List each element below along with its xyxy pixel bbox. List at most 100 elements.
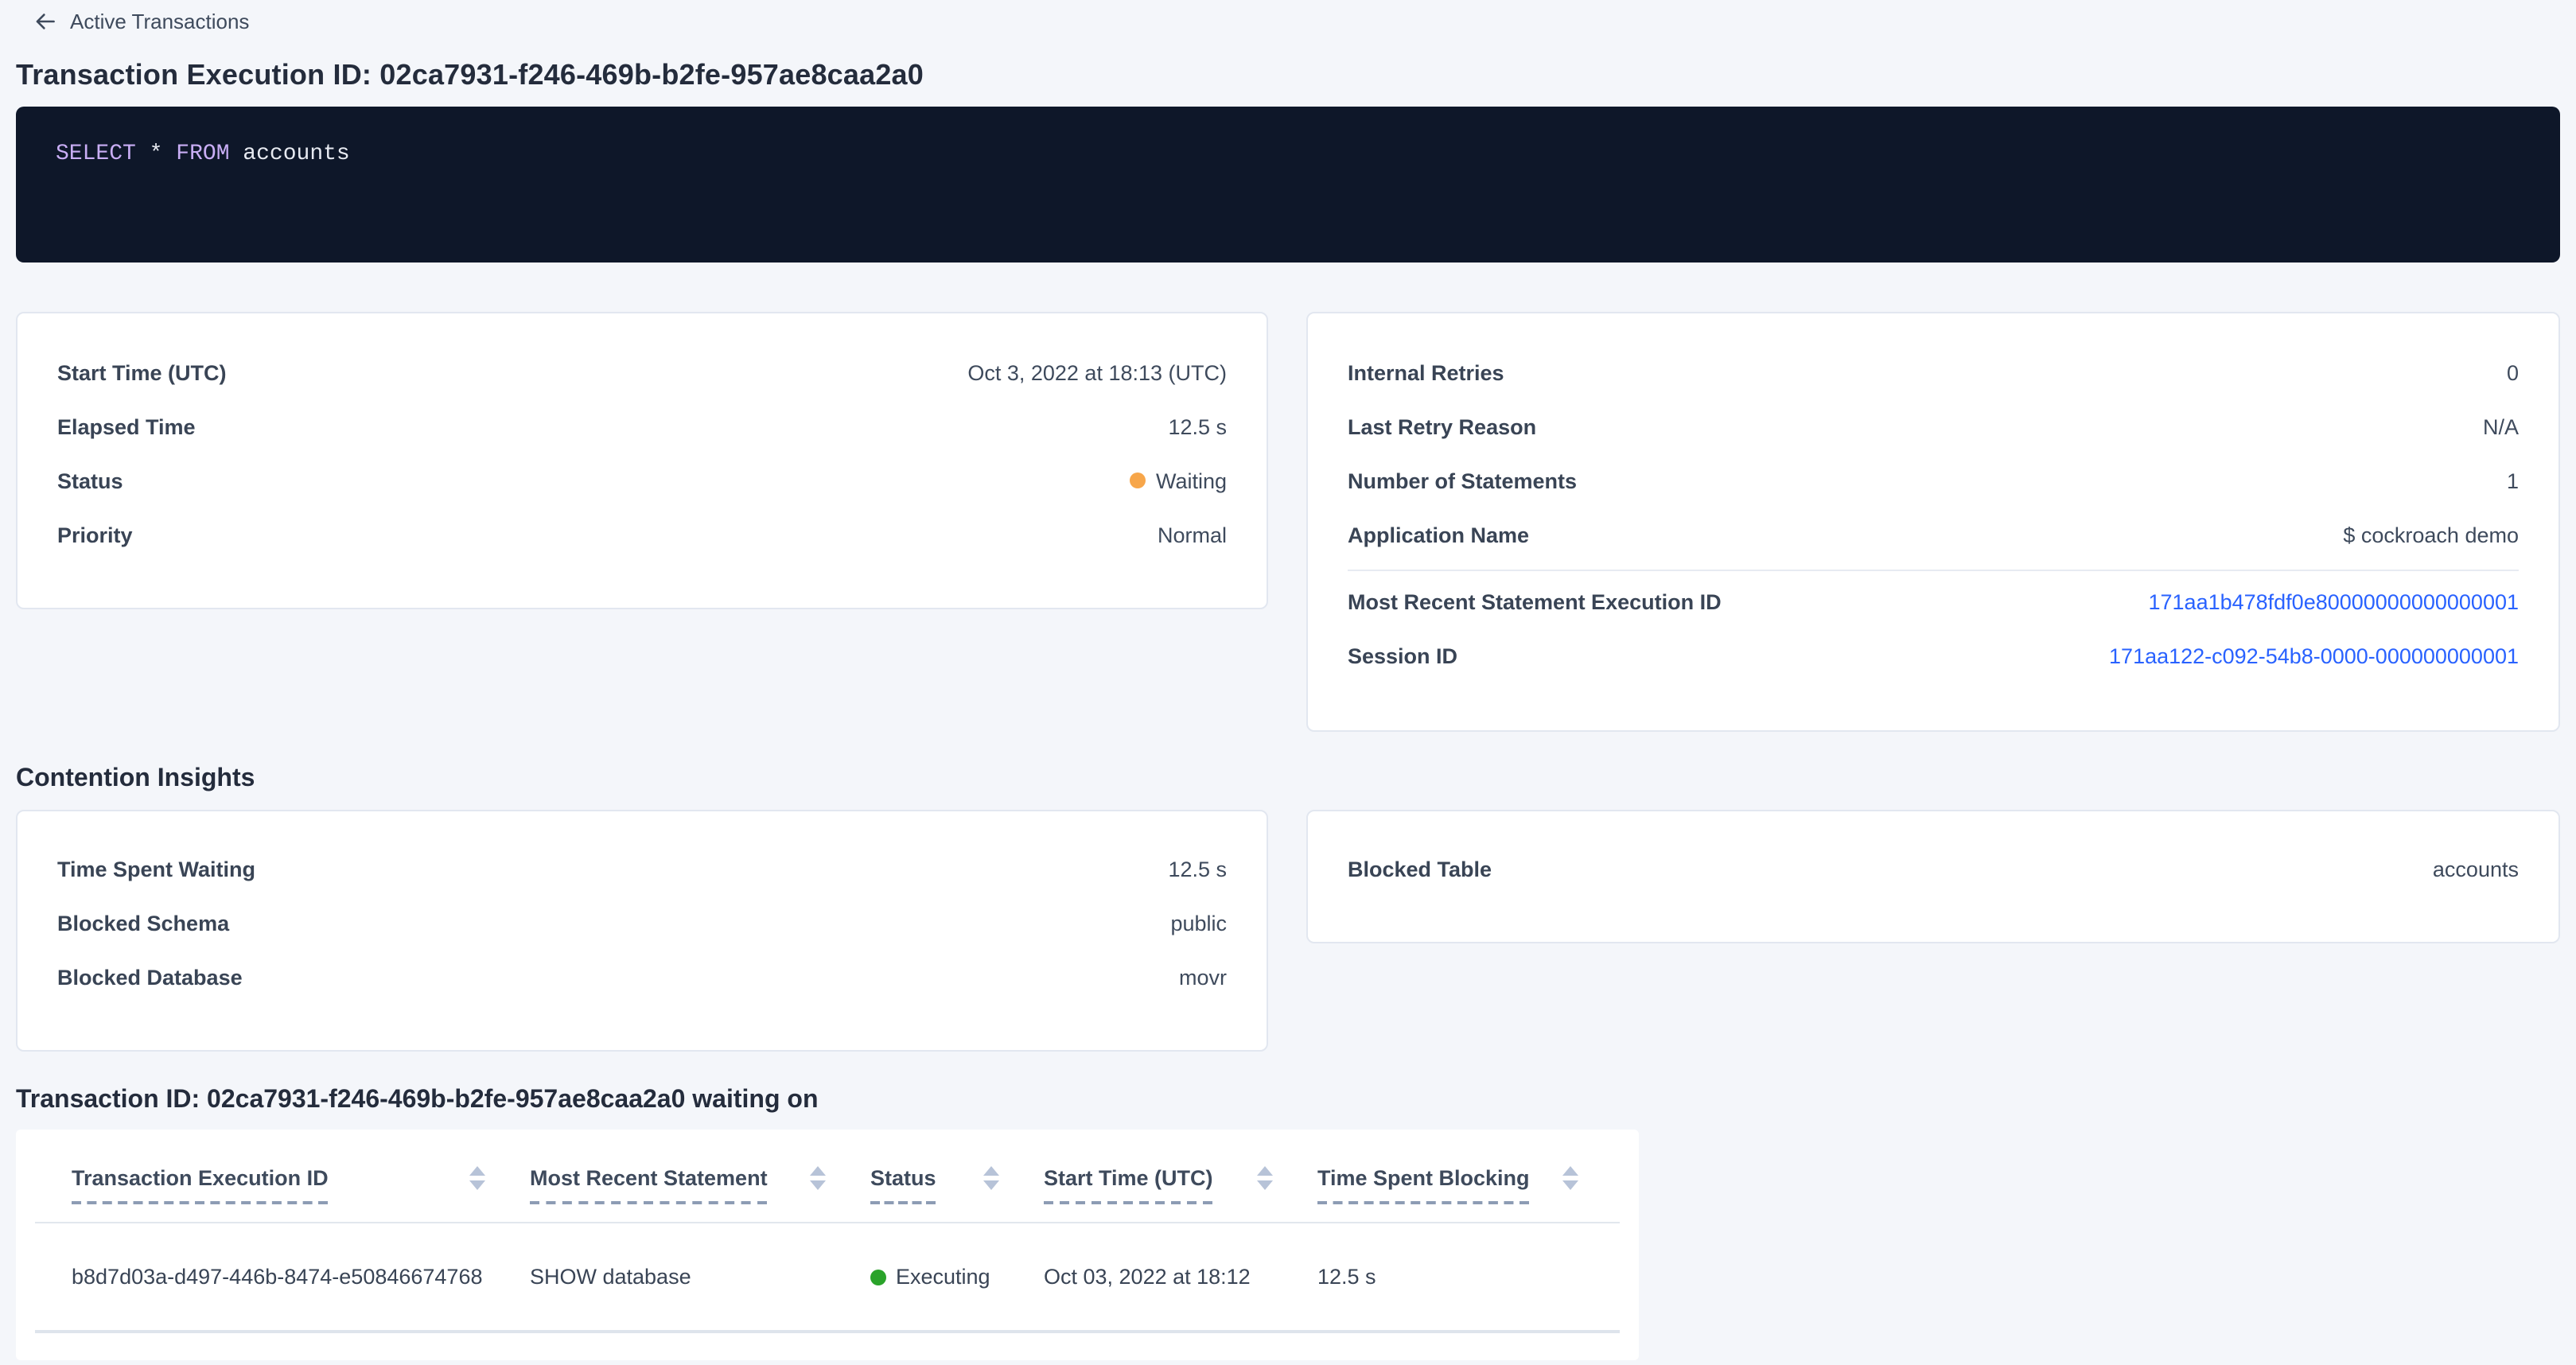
blocked-schema-row: Blocked Schema public — [18, 896, 1267, 950]
caret-down-icon — [810, 1180, 826, 1190]
application-name-row: Application Name $ cockroach demo — [1308, 508, 2558, 562]
internal-retries-label: Internal Retries — [1348, 360, 1504, 384]
caret-down-icon — [1562, 1180, 1578, 1190]
priority-row: Priority Normal — [18, 508, 1267, 562]
internal-retries-value: 0 — [2507, 360, 2519, 384]
sql-statement-box: SELECT * FROM accounts — [16, 107, 2560, 262]
back-link-label: Active Transactions — [70, 9, 249, 33]
cell-most-recent-statement: SHOW database — [530, 1265, 870, 1289]
summary-card-left: Start Time (UTC) Oct 3, 2022 at 18:13 (U… — [16, 312, 1268, 609]
start-time-label: Start Time (UTC) — [57, 360, 227, 384]
most-recent-statement-execution-id-label: Most Recent Statement Execution ID — [1348, 589, 1722, 613]
blocked-table-value: accounts — [2433, 857, 2519, 881]
application-name-value: $ cockroach demo — [2343, 523, 2519, 546]
back-to-active-transactions-link[interactable]: Active Transactions — [35, 9, 249, 33]
application-name-label: Application Name — [1348, 523, 1529, 546]
cell-start-time: Oct 03, 2022 at 18:12 — [1044, 1265, 1317, 1289]
arrow-left-icon — [35, 10, 56, 31]
start-time-value: Oct 3, 2022 at 18:13 (UTC) — [967, 360, 1227, 384]
cell-status: Executing — [870, 1265, 1044, 1289]
sort-icon — [983, 1166, 999, 1190]
status-value: Waiting — [1130, 469, 1227, 492]
most-recent-statement-execution-id-row: Most Recent Statement Execution ID 171aa… — [1308, 574, 2558, 628]
priority-label: Priority — [57, 523, 133, 546]
summary-cards-row: Start Time (UTC) Oct 3, 2022 at 18:13 (U… — [16, 312, 2560, 732]
sql-keyword-from: FROM — [176, 142, 229, 167]
column-header-label: Status — [870, 1166, 936, 1204]
sql-keyword-select: SELECT — [56, 142, 136, 167]
topbar: Active Transactions — [35, 0, 2560, 33]
contention-card-right: Blocked Table accounts — [1306, 810, 2560, 943]
most-recent-statement-execution-id-link[interactable]: 171aa1b478fdf0e80000000000000001 — [2149, 589, 2520, 613]
column-header-status[interactable]: Status — [870, 1166, 1044, 1204]
internal-retries-row: Internal Retries 0 — [1308, 345, 2558, 399]
column-header-start-time[interactable]: Start Time (UTC) — [1044, 1166, 1317, 1204]
summary-card-right: Internal Retries 0 Last Retry Reason N/A… — [1306, 312, 2560, 732]
blocked-schema-value: public — [1170, 911, 1227, 935]
status-label: Status — [57, 469, 123, 492]
blocked-schema-label: Blocked Schema — [57, 911, 229, 935]
last-retry-reason-value: N/A — [2483, 414, 2519, 438]
caret-up-icon — [1257, 1166, 1273, 1176]
column-header-label: Time Spent Blocking — [1317, 1166, 1530, 1204]
blocked-table-label: Blocked Table — [1348, 857, 1492, 881]
sort-icon — [1257, 1166, 1273, 1190]
transaction-details-page: Active Transactions Transaction Executio… — [0, 0, 2576, 1365]
waiting-on-heading: Transaction ID: 02ca7931-f246-469b-b2fe-… — [16, 1085, 2560, 1115]
time-spent-waiting-label: Time Spent Waiting — [57, 857, 255, 881]
sql-star-token: * — [136, 142, 176, 167]
cell-status-text: Executing — [896, 1265, 990, 1289]
contention-cards-row: Time Spent Waiting 12.5 s Blocked Schema… — [16, 810, 2560, 1052]
number-of-statements-row: Number of Statements 1 — [1308, 453, 2558, 508]
caret-up-icon — [1562, 1166, 1578, 1176]
session-id-label: Session ID — [1348, 644, 1457, 667]
sort-icon — [1562, 1166, 1578, 1190]
time-spent-waiting-row: Time Spent Waiting 12.5 s — [18, 842, 1267, 896]
last-retry-reason-label: Last Retry Reason — [1348, 414, 1536, 438]
column-header-label: Most Recent Statement — [530, 1166, 768, 1204]
status-value-text: Waiting — [1156, 469, 1227, 492]
elapsed-time-row: Elapsed Time 12.5 s — [18, 399, 1267, 453]
elapsed-time-value: 12.5 s — [1168, 414, 1227, 438]
waiting-status-dot-icon — [1130, 472, 1146, 488]
blocked-database-row: Blocked Database movr — [18, 950, 1267, 1004]
last-retry-reason-row: Last Retry Reason N/A — [1308, 399, 2558, 453]
start-time-row: Start Time (UTC) Oct 3, 2022 at 18:13 (U… — [18, 345, 1267, 399]
session-id-row: Session ID 171aa122-c092-54b8-0000-00000… — [1308, 628, 2558, 682]
cell-time-spent-blocking: 12.5 s — [1317, 1265, 1623, 1289]
executing-status-dot-icon — [870, 1269, 886, 1285]
column-header-label: Start Time (UTC) — [1044, 1166, 1213, 1204]
contention-card-left: Time Spent Waiting 12.5 s Blocked Schema… — [16, 810, 1268, 1052]
status-row: Status Waiting — [18, 453, 1267, 508]
column-header-most-recent-statement[interactable]: Most Recent Statement — [530, 1166, 870, 1204]
blocked-database-value: movr — [1179, 965, 1227, 989]
session-id-link[interactable]: 171aa122-c092-54b8-0000-000000000001 — [2109, 644, 2519, 667]
waiting-on-table: Transaction Execution ID Most Recent Sta… — [16, 1130, 1639, 1360]
waiting-table-header-row: Transaction Execution ID Most Recent Sta… — [35, 1130, 1620, 1223]
column-header-time-spent-blocking[interactable]: Time Spent Blocking — [1317, 1166, 1623, 1204]
column-header-transaction-execution-id[interactable]: Transaction Execution ID — [72, 1166, 530, 1204]
blocked-database-label: Blocked Database — [57, 965, 243, 989]
page-title: Transaction Execution ID: 02ca7931-f246-… — [16, 57, 2560, 92]
caret-up-icon — [983, 1166, 999, 1176]
column-header-label: Transaction Execution ID — [72, 1166, 329, 1204]
summary-card-divider — [1348, 570, 2519, 571]
priority-value: Normal — [1158, 523, 1227, 546]
sql-table-token: accounts — [230, 142, 350, 167]
blocked-table-row: Blocked Table accounts — [1308, 842, 2558, 896]
caret-down-icon — [469, 1180, 485, 1190]
caret-down-icon — [1257, 1180, 1273, 1190]
time-spent-waiting-value: 12.5 s — [1168, 857, 1227, 881]
sort-icon — [469, 1166, 485, 1190]
sql-statement: SELECT * FROM accounts — [56, 140, 2520, 169]
caret-up-icon — [469, 1166, 485, 1176]
number-of-statements-label: Number of Statements — [1348, 469, 1577, 492]
cell-transaction-execution-id: b8d7d03a-d497-446b-8474-e50846674768 — [72, 1265, 530, 1289]
waiting-table-row: b8d7d03a-d497-446b-8474-e50846674768 SHO… — [35, 1223, 1620, 1333]
caret-down-icon — [983, 1180, 999, 1190]
contention-insights-heading: Contention Insights — [16, 764, 2560, 794]
caret-up-icon — [810, 1166, 826, 1176]
sort-icon — [810, 1166, 826, 1190]
number-of-statements-value: 1 — [2507, 469, 2519, 492]
elapsed-time-label: Elapsed Time — [57, 414, 196, 438]
